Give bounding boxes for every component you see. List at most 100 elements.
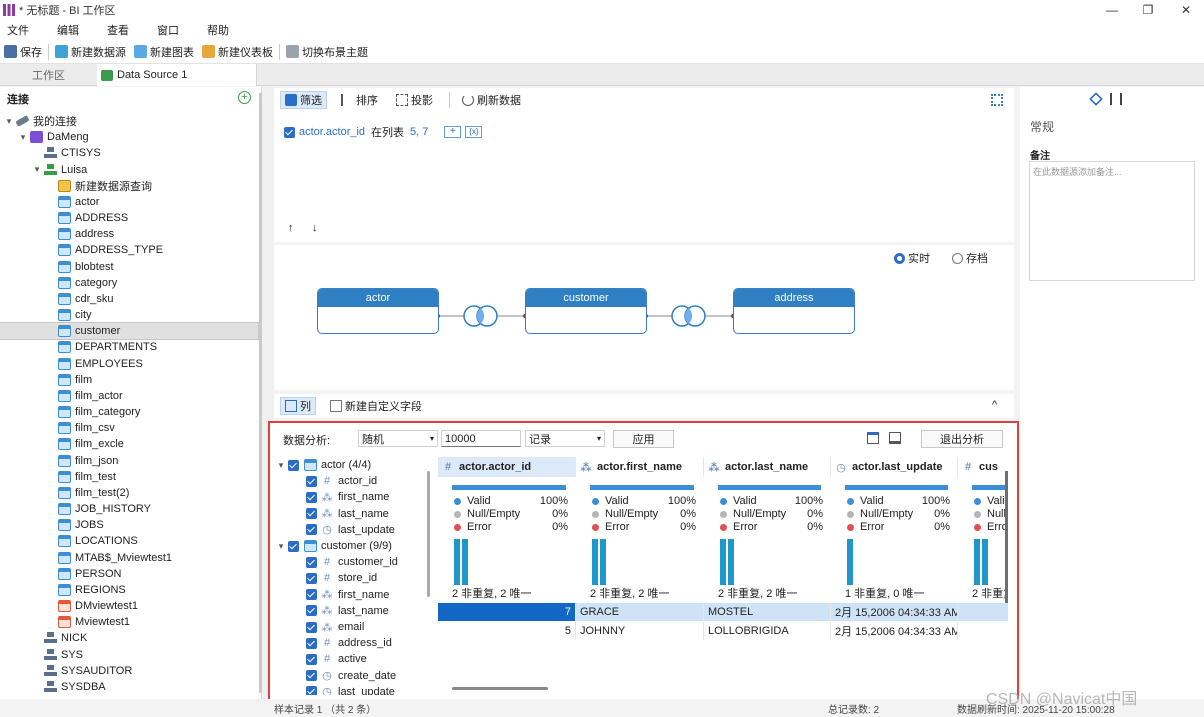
filter-checkbox[interactable] <box>284 126 295 138</box>
field-item[interactable]: ⁂ first_name <box>306 587 389 603</box>
tree-item[interactable]: film <box>0 372 258 388</box>
tree-item[interactable]: SYS <box>0 647 258 663</box>
field-item[interactable]: ⁂ last_name <box>306 603 389 619</box>
tree-item[interactable]: Mviewtest1 <box>0 614 258 630</box>
minimize-button[interactable]: — <box>1094 0 1130 20</box>
tree-item[interactable]: 新建数据源查询 <box>0 178 258 194</box>
histogram-bar[interactable] <box>462 539 468 585</box>
tree-item[interactable]: ▾ 我的连接 <box>0 113 258 129</box>
tree-item[interactable]: DMviewtest1 <box>0 598 258 614</box>
field-checkbox[interactable] <box>306 508 317 520</box>
relation-icon[interactable] <box>1110 93 1122 105</box>
filter-button[interactable]: 筛选 <box>280 91 327 109</box>
grid-vscrollbar[interactable] <box>1005 471 1008 603</box>
maximize-button[interactable]: ❐ <box>1130 0 1166 20</box>
histogram-bar[interactable] <box>974 539 980 585</box>
field-item[interactable]: ⁂ last_name <box>306 506 389 522</box>
tree-item[interactable]: film_test(2) <box>0 485 258 501</box>
tree-item[interactable]: film_json <box>0 453 258 469</box>
field-checkbox[interactable] <box>306 524 317 536</box>
field-item[interactable]: ◷ create_date <box>306 668 396 684</box>
sampling-method-select[interactable]: 随机 ▾ <box>358 430 438 447</box>
tree-item[interactable]: CTISYS <box>0 145 258 161</box>
tree-item[interactable]: REGIONS <box>0 582 258 598</box>
table-cell[interactable]: 7 <box>438 603 576 621</box>
histogram-bar[interactable] <box>720 539 726 585</box>
inner-join-icon[interactable] <box>671 305 706 327</box>
table-cell[interactable]: 5 <box>438 622 576 640</box>
tree-item[interactable]: blobtest <box>0 259 258 275</box>
tree-item[interactable]: film_test <box>0 469 258 485</box>
expression-button[interactable]: {x} <box>465 126 483 138</box>
tree-item[interactable]: film_actor <box>0 388 258 404</box>
histogram-bar[interactable] <box>728 539 734 585</box>
field-checkbox[interactable] <box>306 637 317 649</box>
tree-item[interactable]: film_excle <box>0 436 258 452</box>
field-list-scrollbar[interactable] <box>427 471 430 597</box>
menu-view[interactable]: 查看 <box>100 22 129 38</box>
tree-toggle-icon[interactable]: ▾ <box>32 164 42 175</box>
histogram-bar[interactable] <box>600 539 606 585</box>
field-checkbox[interactable] <box>306 686 317 695</box>
table-cell[interactable]: MOSTEL <box>704 603 831 621</box>
column-header[interactable]: # actor.actor_id <box>438 457 576 477</box>
tree-item[interactable]: ▾ DaMeng <box>0 129 258 145</box>
entity-address[interactable]: address <box>733 288 855 334</box>
move-up-button[interactable]: ↑ <box>288 222 294 234</box>
table-cell[interactable]: JOHNNY <box>576 622 704 640</box>
histogram-bar[interactable] <box>847 539 853 585</box>
histogram-bar[interactable] <box>454 539 460 585</box>
tree-item[interactable]: ADDRESS_TYPE <box>0 242 258 258</box>
field-checkbox[interactable] <box>306 475 317 487</box>
column-header[interactable]: ⁂ actor.first_name <box>576 457 704 477</box>
new-chart-button[interactable]: 新建图表 <box>134 44 194 60</box>
tree-item[interactable]: PERSON <box>0 566 258 582</box>
tree-item[interactable]: ▾ Luisa <box>0 162 258 178</box>
tree-item[interactable]: LOCATIONS <box>0 533 258 549</box>
new-custom-field-button[interactable]: 新建自定义字段 <box>326 397 426 415</box>
project-button[interactable]: 投影 <box>392 91 437 109</box>
filter-operator[interactable]: 在列表 <box>371 124 404 140</box>
field-checkbox[interactable] <box>306 653 317 665</box>
table-cell[interactable] <box>958 603 1008 621</box>
tree-item[interactable]: JOBS <box>0 517 258 533</box>
field-item[interactable]: # customer_id <box>306 554 398 570</box>
entity-actor[interactable]: actor <box>317 288 439 334</box>
add-connection-button[interactable]: + <box>238 91 251 104</box>
field-checkbox[interactable] <box>306 621 317 633</box>
column-header[interactable]: ⁂ actor.last_name <box>704 457 831 477</box>
field-checkbox[interactable] <box>306 605 317 617</box>
histogram-bar[interactable] <box>982 539 988 585</box>
save-button[interactable]: 保存 <box>4 44 42 60</box>
table-cell[interactable]: 2月 15,2006 04:34:33 AM <box>831 622 958 640</box>
new-datasource-button[interactable]: 新建数据源 <box>55 44 126 60</box>
tree-item[interactable]: address <box>0 226 258 242</box>
tree-item[interactable]: city <box>0 307 258 323</box>
field-checkbox[interactable] <box>306 572 317 584</box>
inner-join-icon[interactable] <box>463 305 498 327</box>
filter-condition[interactable]: actor.actor_id 在列表 5, 7 + {x} <box>284 124 483 140</box>
field-item[interactable]: ⁂ first_name <box>306 489 389 505</box>
move-down-button[interactable]: ↓ <box>312 222 318 234</box>
tree-item[interactable]: SYSAUDITOR <box>0 663 258 679</box>
switch-theme-button[interactable]: 切换布景主题 <box>286 44 368 60</box>
collapse-icon[interactable]: ^ <box>992 399 997 411</box>
chevron-down-icon[interactable]: ▾ <box>276 460 286 471</box>
tree-item[interactable]: NICK <box>0 630 258 646</box>
field-item[interactable]: ◷ last_update <box>306 684 395 695</box>
tab-datasource[interactable]: Data Source 1 <box>97 64 257 86</box>
entity-customer[interactable]: customer <box>525 288 647 334</box>
field-checkbox[interactable] <box>306 670 317 682</box>
field-group[interactable]: ▾ actor (4/4) <box>276 457 371 473</box>
table-cell[interactable] <box>958 622 1008 640</box>
table-cell[interactable]: LOLLOBRIGIDA <box>704 622 831 640</box>
field-checkbox[interactable] <box>306 556 317 568</box>
histogram-bar[interactable] <box>592 539 598 585</box>
filter-values[interactable]: 5, 7 <box>410 126 428 138</box>
notes-textarea[interactable]: 在此数据源添加备注... <box>1029 161 1195 281</box>
fullscreen-icon[interactable] <box>991 94 1003 106</box>
tree-toggle-icon[interactable]: ▾ <box>4 116 14 127</box>
table-cell[interactable]: GRACE <box>576 603 704 621</box>
tree-item[interactable]: EMPLOYEES <box>0 356 258 372</box>
field-checkbox[interactable] <box>306 589 317 601</box>
